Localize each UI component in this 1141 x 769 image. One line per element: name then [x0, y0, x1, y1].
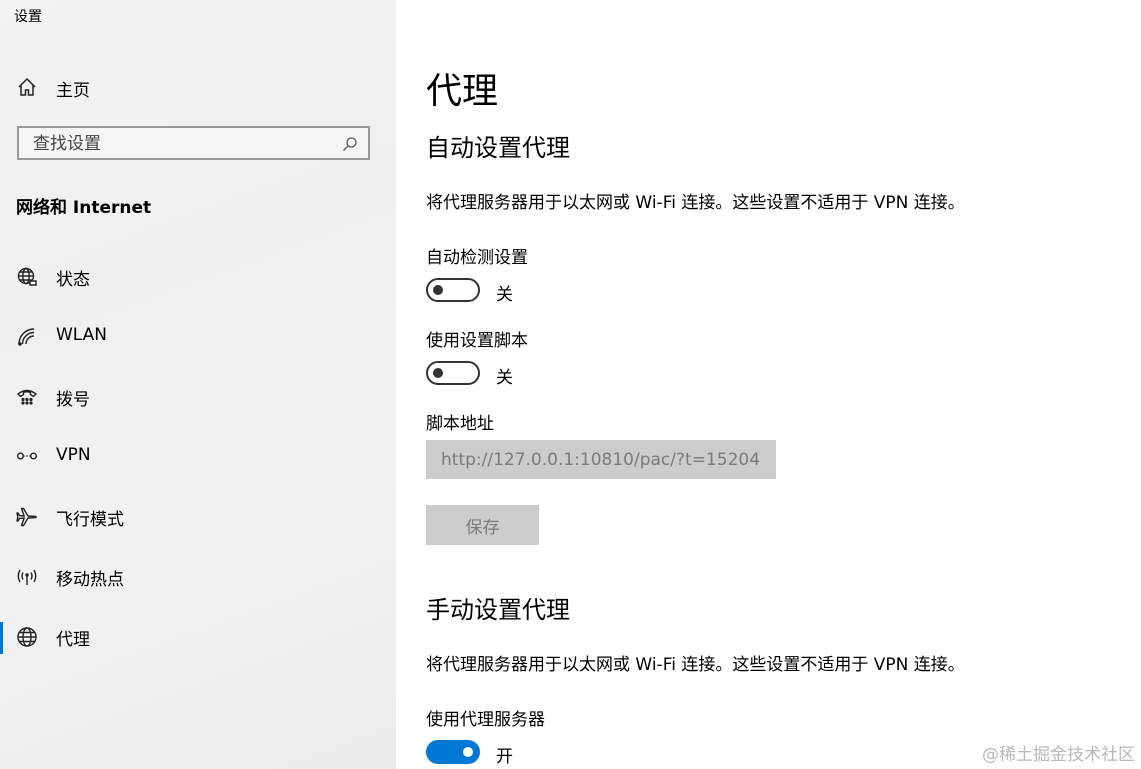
sidebar-item-vpn[interactable]: VPN [0, 436, 396, 496]
sidebar-item-proxy[interactable]: 代理 [0, 616, 396, 676]
auto-detect-state: 关 [496, 285, 513, 305]
sidebar-item-label: 飞行模式 [56, 510, 124, 530]
wifi-icon [16, 326, 38, 348]
use-proxy-toggle[interactable] [426, 740, 480, 764]
sidebar-item-mobile-hotspot[interactable]: 移动热点 [0, 556, 396, 616]
manual-proxy-heading: 手动设置代理 [426, 596, 570, 624]
toggle-knob [463, 747, 473, 757]
watermark: @稀土掘金技术社区 [982, 745, 1135, 765]
airplane-icon [16, 506, 38, 528]
sidebar-item-label: 拨号 [56, 390, 90, 410]
toggle-knob [433, 285, 443, 295]
toggle-knob [433, 368, 443, 378]
script-address-input[interactable] [426, 440, 776, 479]
auto-proxy-description: 将代理服务器用于以太网或 Wi-Fi 连接。这些设置不适用于 VPN 连接。 [426, 193, 965, 213]
sidebar-nav: 状态 WLAN 拨号 VPN 飞行模式 移动热点 代理 [0, 256, 396, 676]
window-title: 设置 [14, 9, 42, 25]
use-proxy-state: 开 [496, 747, 513, 767]
sidebar-item-dialup[interactable]: 拨号 [0, 376, 396, 436]
use-script-label: 使用设置脚本 [426, 331, 528, 351]
sidebar-item-airplane-mode[interactable]: 飞行模式 [0, 496, 396, 556]
use-proxy-label: 使用代理服务器 [426, 710, 545, 730]
hotspot-icon [16, 566, 38, 588]
sidebar-item-status[interactable]: 状态 [0, 256, 396, 316]
use-script-state: 关 [496, 368, 513, 388]
auto-detect-toggle[interactable] [426, 278, 480, 302]
search-box[interactable] [17, 126, 370, 160]
auto-detect-label: 自动检测设置 [426, 248, 528, 268]
manual-proxy-description: 将代理服务器用于以太网或 Wi-Fi 连接。这些设置不适用于 VPN 连接。 [426, 655, 965, 675]
globe-icon [16, 626, 38, 648]
sidebar-item-label: 代理 [56, 630, 90, 650]
sidebar-item-label: VPN [56, 445, 91, 465]
sidebar-item-home[interactable]: 主页 [16, 74, 386, 102]
home-icon [16, 76, 38, 98]
status-globe-icon [16, 266, 38, 288]
main-content: 代理 自动设置代理 将代理服务器用于以太网或 Wi-Fi 连接。这些设置不适用于… [396, 0, 1141, 769]
save-button[interactable]: 保存 [426, 505, 539, 545]
vpn-icon [16, 446, 38, 468]
sidebar: 设置 主页 网络和 Internet [0, 0, 396, 769]
sidebar-item-label: 移动热点 [56, 570, 124, 590]
dialup-icon [16, 386, 38, 408]
sidebar-item-label: 状态 [56, 270, 90, 290]
script-address-label: 脚本地址 [426, 414, 494, 434]
search-input[interactable] [31, 132, 325, 156]
auto-proxy-heading: 自动设置代理 [426, 134, 570, 162]
sidebar-item-wlan[interactable]: WLAN [0, 316, 396, 376]
section-title: 网络和 Internet [16, 198, 152, 218]
sidebar-item-label: WLAN [56, 325, 108, 345]
sidebar-item-home-label: 主页 [56, 81, 90, 101]
search-icon[interactable] [342, 136, 358, 152]
use-script-toggle[interactable] [426, 361, 480, 385]
page-title: 代理 [426, 71, 499, 112]
